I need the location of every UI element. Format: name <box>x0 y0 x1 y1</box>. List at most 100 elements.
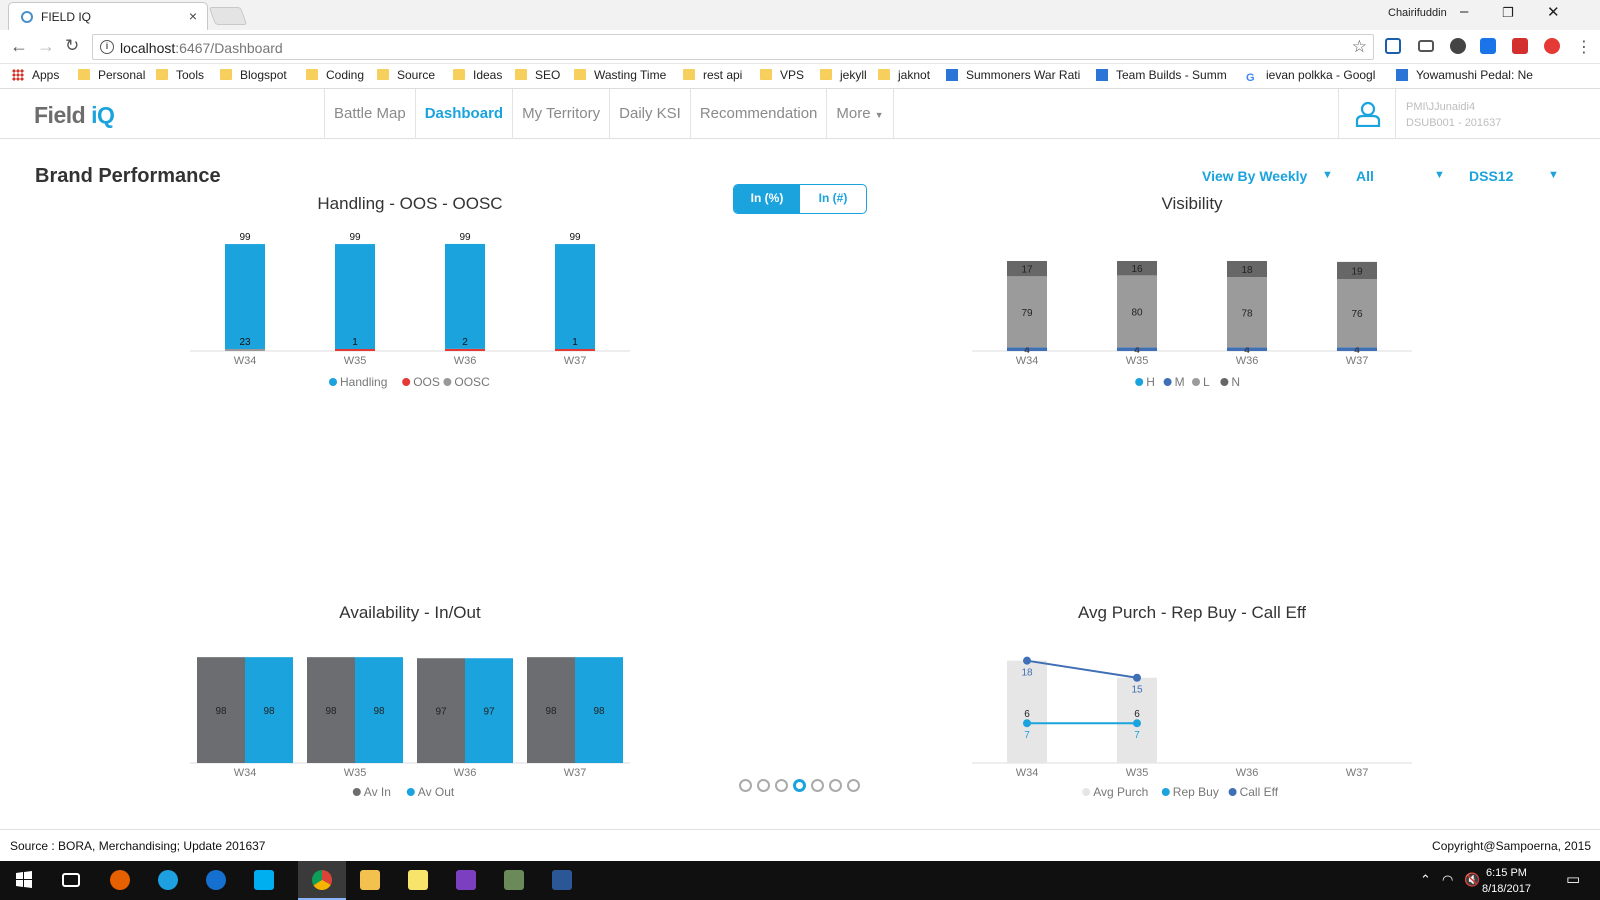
chevron-down-icon[interactable]: ▼ <box>1548 169 1559 181</box>
nav-daily-ksi[interactable]: Daily KSI <box>610 89 691 139</box>
carousel-dot[interactable] <box>847 779 860 792</box>
url-text: localhost:6467/Dashboard <box>120 40 283 56</box>
new-tab-button[interactable] <box>208 7 248 25</box>
notifications-icon[interactable]: ▭ <box>1566 870 1580 888</box>
start-button[interactable] <box>0 861 48 900</box>
bookmark-3[interactable]: Blogspot <box>220 68 287 82</box>
firefox-button[interactable] <box>96 861 144 900</box>
bookmark-9[interactable]: rest api <box>683 68 742 82</box>
ie-button[interactable] <box>144 861 192 900</box>
toggle-percent[interactable]: In (%) <box>734 185 800 213</box>
bookmark-10[interactable]: VPS <box>760 68 804 82</box>
bookmark-15[interactable]: Gievan polkka - Googl <box>1246 68 1375 84</box>
back-icon[interactable]: ← <box>10 36 28 57</box>
bookmark-5[interactable]: Source <box>377 68 435 82</box>
chrome-button[interactable] <box>298 861 346 900</box>
carousel-dot[interactable] <box>811 779 824 792</box>
folder-icon <box>820 69 832 80</box>
legend-marker <box>329 378 337 386</box>
x-tick-label: W34 <box>1016 767 1039 779</box>
chart-title: Avg Purch - Rep Buy - Call Eff <box>1077 603 1307 622</box>
skype-button[interactable] <box>240 861 288 900</box>
logo[interactable]: Field iQ <box>34 102 115 129</box>
clock[interactable]: 6:15 PM 8/18/2017 <box>1482 865 1531 897</box>
info-icon[interactable]: i <box>100 40 114 54</box>
legend-marker <box>406 788 415 796</box>
carousel-dot[interactable] <box>793 779 806 792</box>
nav-my-territory[interactable]: My Territory <box>513 89 611 139</box>
reload-icon[interactable]: ↻ <box>65 36 79 56</box>
bookmark-16[interactable]: Yowamushi Pedal: Ne <box>1396 68 1533 82</box>
network-icon[interactable]: ◠ <box>1442 872 1453 888</box>
data-label: 23 <box>239 337 251 348</box>
toggle-count[interactable]: In (#) <box>800 185 866 213</box>
chevron-down-icon[interactable]: ▼ <box>1434 169 1445 181</box>
close-tab-icon[interactable]: × <box>189 8 197 24</box>
extension-play-icon[interactable] <box>1512 38 1528 54</box>
bookmark-14[interactable]: Team Builds - Summ <box>1096 68 1227 82</box>
bookmark-label: rest api <box>703 68 743 82</box>
nav-recommendation[interactable]: Recommendation <box>691 89 828 139</box>
legend-label: Av In <box>364 785 391 799</box>
nav-label: More <box>836 105 871 122</box>
address-bar[interactable]: i localhost:6467/Dashboard ☆ <box>92 34 1374 60</box>
edge-icon <box>206 870 226 890</box>
tools-button[interactable] <box>490 861 538 900</box>
minimize-icon[interactable]: – <box>1460 3 1468 20</box>
carousel-dot[interactable] <box>775 779 788 792</box>
word-button[interactable] <box>538 861 586 900</box>
show-hidden-icons-icon[interactable]: ⌃ <box>1420 872 1431 888</box>
menu-icon[interactable]: ⋮ <box>1576 37 1592 57</box>
bookmark-12[interactable]: jaknot <box>878 68 930 82</box>
bookmark-4[interactable]: Coding <box>306 68 364 82</box>
bookmark-8[interactable]: Wasting Time <box>574 68 666 82</box>
nav-more[interactable]: More ▼ <box>827 89 894 139</box>
profile-name[interactable]: Chairifuddin <box>1388 7 1447 19</box>
x-tick-label: W35 <box>344 355 367 367</box>
close-window-icon[interactable]: ✕ <box>1547 3 1560 21</box>
carousel-dot[interactable] <box>757 779 770 792</box>
extension-n-icon[interactable] <box>1385 38 1401 54</box>
extension-beta-icon[interactable] <box>1480 38 1496 54</box>
explorer-button[interactable] <box>346 861 394 900</box>
chevron-down-icon[interactable]: ▼ <box>1322 169 1333 181</box>
browser-tab[interactable]: FIELD IQ × <box>8 2 208 30</box>
view-by-dropdown[interactable]: View By Weekly <box>1202 168 1307 184</box>
user-menu[interactable] <box>1338 89 1396 139</box>
bookmark-0[interactable]: Apps <box>12 68 59 82</box>
bookmark-11[interactable]: jekyll <box>820 68 867 82</box>
edge-button[interactable] <box>192 861 240 900</box>
restore-icon[interactable]: ❐ <box>1502 5 1514 21</box>
legend-marker <box>1220 378 1229 386</box>
legend-label: Rep Buy <box>1173 785 1219 799</box>
visual-studio-button[interactable] <box>442 861 490 900</box>
bookmark-label: Personal <box>98 68 146 82</box>
folder-icon <box>683 69 695 80</box>
bookmark-13[interactable]: Summoners War Rati <box>946 68 1080 82</box>
data-label: 18 <box>1021 668 1033 679</box>
bookmark-7[interactable]: SEO <box>515 68 560 82</box>
extension-cast-icon[interactable] <box>1418 40 1434 52</box>
sticky-notes-button[interactable] <box>394 861 442 900</box>
unit-toggle: In (%) In (#) <box>733 184 867 214</box>
adblock-icon[interactable] <box>1544 38 1560 54</box>
legend-marker <box>443 378 452 386</box>
bookmark-star-icon[interactable]: ☆ <box>1352 37 1367 57</box>
forward-icon[interactable]: → <box>37 36 55 57</box>
scope-dropdown[interactable]: All <box>1356 168 1374 184</box>
extension-shield-icon[interactable] <box>1450 38 1466 54</box>
user-icon[interactable] <box>1355 101 1381 127</box>
bookmark-6[interactable]: Ideas <box>453 68 502 82</box>
dss-dropdown[interactable]: DSS12 <box>1469 168 1513 184</box>
volume-mute-icon[interactable]: 🔇 <box>1464 872 1480 888</box>
task-view-button[interactable] <box>48 861 96 900</box>
point-rep-buy <box>1023 719 1031 728</box>
nav-dashboard[interactable]: Dashboard <box>416 89 514 139</box>
legend-label: Avg Purch <box>1093 785 1148 799</box>
bookmark-2[interactable]: Tools <box>156 68 204 82</box>
data-label: 6 <box>1024 709 1030 720</box>
nav-battle-map[interactable]: Battle Map <box>325 89 416 139</box>
bookmark-1[interactable]: Personal <box>78 68 145 82</box>
carousel-dot[interactable] <box>829 779 842 792</box>
carousel-dot[interactable] <box>739 779 752 792</box>
